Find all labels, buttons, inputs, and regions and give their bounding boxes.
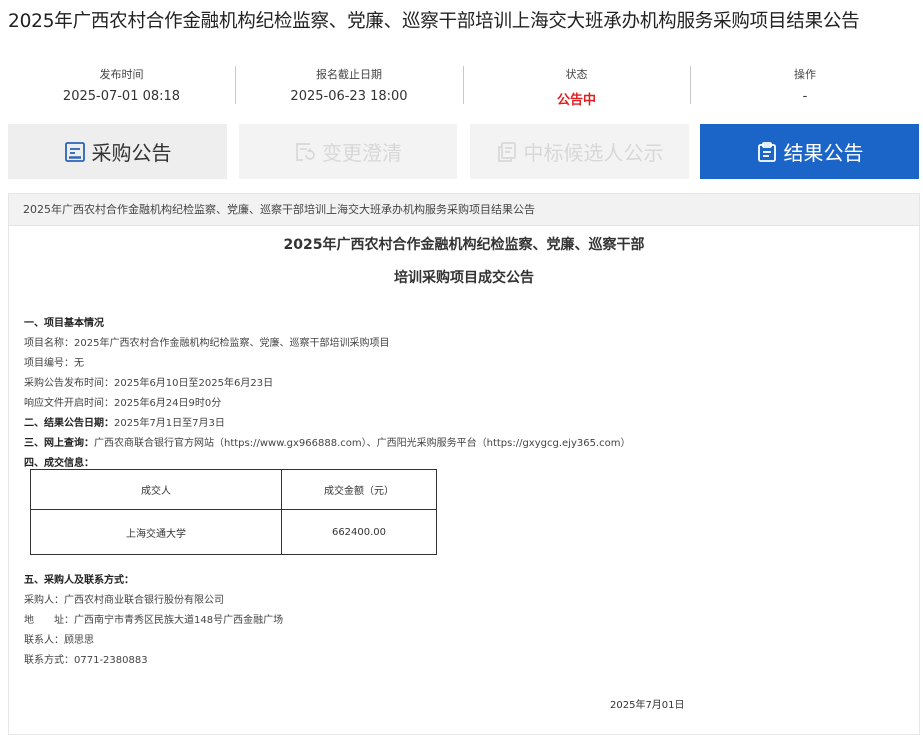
publish-time-value: 2025-07-01 08:18	[62, 89, 181, 104]
result-date-value: 2025年7月1日至7月3日	[114, 418, 225, 429]
document-icon	[64, 141, 86, 163]
action-value: -	[802, 89, 808, 104]
notice-title-line-1: 2025年广西农村合作金融机构纪检监察、党廉、巡察干部	[283, 237, 645, 253]
action-label: 操作	[794, 68, 816, 81]
open-time: 响应文件开启时间：2025年6月24日9时0分	[24, 398, 222, 409]
buyer: 采购人：广西农村商业联合银行股份有限公司	[24, 595, 224, 606]
status: 状态 公告中	[463, 62, 690, 108]
refresh-document-icon	[294, 141, 316, 163]
section-heading: 三、网上查询：	[24, 438, 94, 449]
section-heading: 五、采购人及联系方式：	[24, 575, 134, 586]
contact-section: 五、采购人及联系方式： 采购人：广西农村商业联合银行股份有限公司 地 址：广西南…	[24, 571, 904, 671]
notice-title-line-2: 培训采购项目成交公告	[394, 270, 534, 286]
page-title: 2025年广西农村合作金融机构纪检监察、党廉、巡察干部培训上海交大班承办机构服务…	[8, 11, 860, 32]
award-table: 成交人 成交金额（元） 上海交通大学 662400.00	[30, 469, 437, 555]
tab-label: 中标候选人公示	[523, 141, 664, 165]
tab-bid-candidates[interactable]: 中标候选人公示	[470, 124, 689, 179]
online-query: 三、网上查询：广西农商联合银行官方网站（https://www.gx966888…	[24, 434, 904, 454]
contact-phone: 联系方式：0771-2380883	[24, 655, 148, 666]
notice-body: 一、项目基本情况 项目名称：2025年广西农村合作金融机构纪检监察、党廉、巡察干…	[24, 314, 904, 474]
column-header: 成交人	[30, 469, 282, 510]
publish-time-label: 发布时间	[99, 68, 144, 81]
table-cell: 662400.00	[281, 509, 437, 555]
clipboard-icon	[756, 141, 778, 163]
notice-tabs: 采购公告 变更澄清 中标候选人公示 结果公告	[8, 124, 920, 179]
project-name: 项目名称：2025年广西农村合作金融机构纪检监察、党廉、巡察干部培训采购项目	[24, 338, 390, 349]
tab-label: 采购公告	[91, 141, 172, 165]
breadcrumb: 2025年广西农村合作金融机构纪检监察、党廉、巡察干部培训上海交大班承办机构服务…	[9, 194, 919, 226]
status-badge: 公告中	[556, 93, 596, 108]
section-heading: 二、结果公告日期：	[24, 418, 114, 429]
table-row: 上海交通大学 662400.00	[30, 509, 437, 555]
result-date: 二、结果公告日期：2025年7月1日至7月3日	[24, 414, 904, 434]
table-cell: 上海交通大学	[30, 509, 282, 555]
column-header: 成交金额（元）	[281, 469, 437, 510]
notice-content: 2025年广西农村合作金融机构纪检监察、党廉、巡察干部培训上海交大班承办机构服务…	[8, 193, 920, 735]
publish-time: 发布时间 2025-07-01 08:18	[8, 62, 235, 106]
publish-period: 采购公告发布时间：2025年6月10日至2025年6月23日	[24, 378, 274, 389]
contact-person: 联系人：顾思思	[24, 635, 94, 646]
notice-meta: 发布时间 2025-07-01 08:18 报名截止日期 2025-06-23 …	[8, 62, 920, 108]
tab-label: 变更澄清	[322, 141, 402, 165]
tab-result-notice[interactable]: 结果公告	[700, 124, 919, 179]
notice-date: 2025年7月01日	[610, 700, 685, 711]
copy-document-icon	[496, 141, 518, 163]
deadline-value: 2025-06-23 18:00	[290, 89, 408, 104]
deadline-label: 报名截止日期	[316, 68, 382, 81]
tab-label: 结果公告	[783, 141, 864, 165]
address-label: 地 址：	[24, 615, 74, 626]
tab-change-clarification[interactable]: 变更澄清	[239, 124, 457, 179]
deadline: 报名截止日期 2025-06-23 18:00	[235, 62, 463, 106]
project-number: 项目编号：无	[24, 358, 84, 369]
table-header-row: 成交人 成交金额（元）	[30, 469, 437, 510]
tab-procurement-notice[interactable]: 采购公告	[8, 124, 227, 179]
action: 操作 -	[690, 62, 920, 106]
address-value: 广西南宁市青秀区民族大道148号广西金融广场	[74, 615, 284, 626]
online-query-value: 广西农商联合银行官方网站（https://www.gx966888.com）、广…	[94, 438, 631, 449]
address: 地 址：广西南宁市青秀区民族大道148号广西金融广场	[24, 611, 904, 631]
section-heading: 一、项目基本情况	[24, 318, 104, 329]
status-label: 状态	[565, 68, 588, 81]
